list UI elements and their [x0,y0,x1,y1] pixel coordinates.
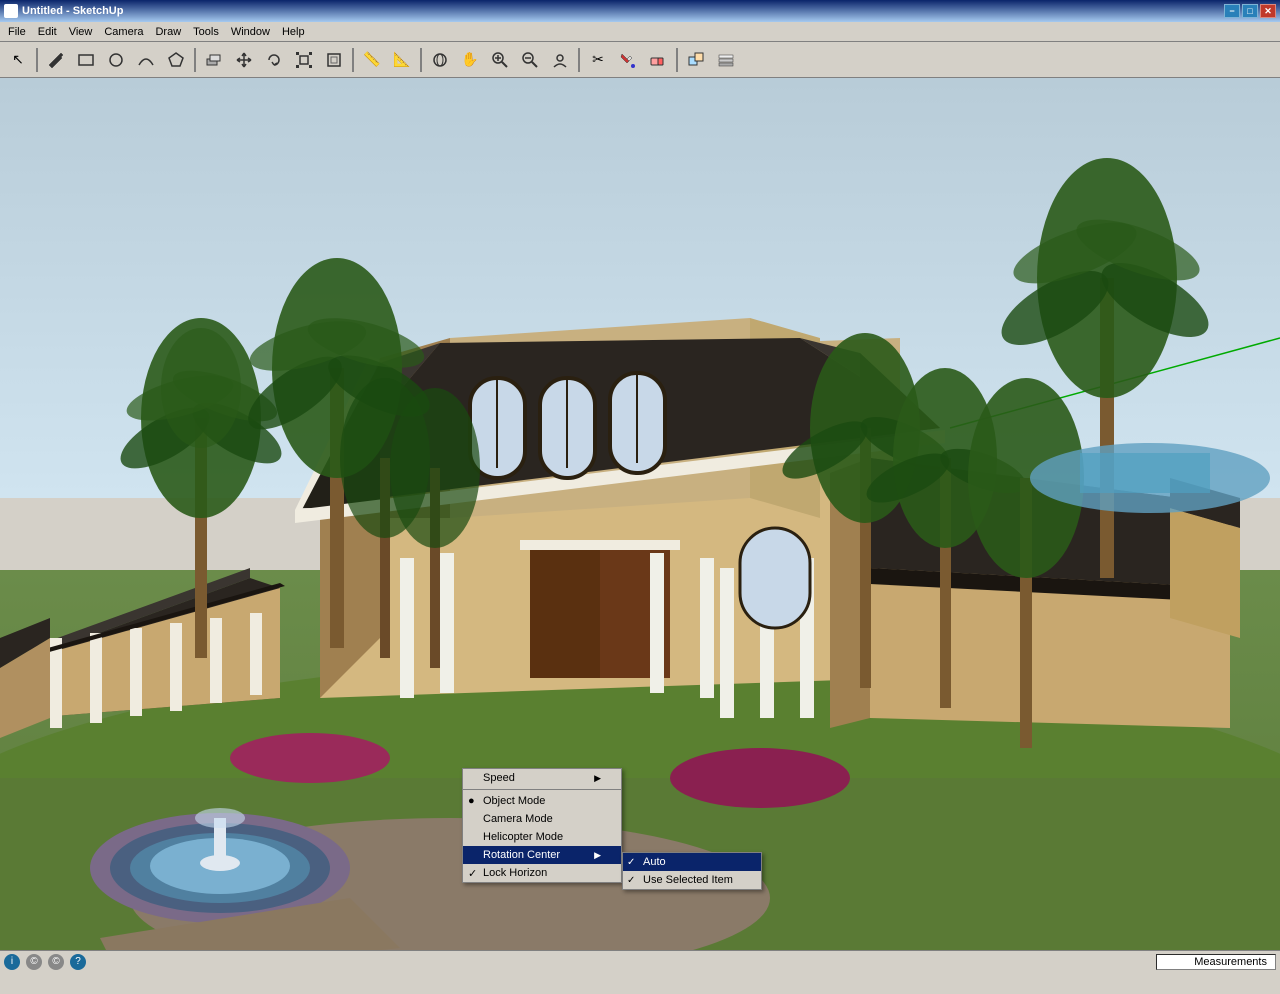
tool-scale[interactable] [290,46,318,74]
tool-pan[interactable]: ✋ [456,46,484,74]
menu-file[interactable]: File [2,24,32,40]
status-icon-copyright1[interactable]: © [26,954,42,970]
sep6 [676,48,678,72]
close-button[interactable]: ✕ [1260,4,1276,18]
tool-orbit[interactable] [426,46,454,74]
ctx-camera-mode[interactable]: Camera Mode [463,810,621,828]
tool-rect[interactable] [72,46,100,74]
ctx-rotation-center[interactable]: Rotation Center ▶ [463,846,621,864]
menu-tools[interactable]: Tools [187,24,225,40]
sep1 [36,48,38,72]
tool-lookaround[interactable] [546,46,574,74]
statusbar: i © © ? Measurements [0,950,1280,972]
tool-pencil[interactable] [42,46,70,74]
ctx-speed[interactable]: Speed ▶ [463,769,621,787]
ctx-lock-horizon[interactable]: ✓ Lock Horizon [463,864,621,882]
ctx-object-check: ● [468,795,475,807]
menu-window[interactable]: Window [225,24,276,40]
ctx-lock-check: ✓ [468,867,477,880]
tool-zoom[interactable] [486,46,514,74]
titlebar: Untitled - SketchUp − □ ✕ [0,0,1280,22]
submenu-auto-check: ✓ [627,857,635,868]
building-scene [0,78,1280,972]
menubar: File Edit View Camera Draw Tools Window … [0,22,1280,42]
ctx-speed-arrow: ▶ [594,773,601,784]
status-icon-info[interactable]: i [4,954,20,970]
submenu-auto-label: Auto [643,856,666,868]
context-menu: Speed ▶ ● Object Mode Camera Mode Helico… [462,768,622,883]
measurements-box[interactable]: Measurements [1156,954,1276,970]
ctx-helicopter-label: Helicopter Mode [483,831,563,843]
ctx-camera-label: Camera Mode [483,813,553,825]
tool-protractor[interactable]: 📐 [388,46,416,74]
ctx-helicopter-mode[interactable]: Helicopter Mode [463,828,621,846]
sep4 [420,48,422,72]
menu-draw[interactable]: Draw [149,24,187,40]
submenu-selected-check: ✓ [627,875,635,886]
rotation-center-submenu: ✓ Auto ✓ Use Selected Item [622,852,762,890]
titlebar-buttons: − □ ✕ [1224,4,1276,18]
maximize-button[interactable]: □ [1242,4,1258,18]
ctx-lock-label: Lock Horizon [483,867,547,879]
tool-arc[interactable] [132,46,160,74]
tool-tape[interactable]: 📏 [358,46,386,74]
canvas-area[interactable]: Speed ▶ ● Object Mode Camera Mode Helico… [0,78,1280,972]
tool-move[interactable] [230,46,258,74]
tool-select[interactable]: ↖ [4,46,32,74]
ctx-speed-label: Speed [483,772,515,784]
menu-camera[interactable]: Camera [98,24,149,40]
status-icon-copyright2[interactable]: © [48,954,64,970]
sep2 [194,48,196,72]
tool-layers[interactable] [712,46,740,74]
ctx-sep1 [463,789,621,790]
tool-zoom-out[interactable] [516,46,544,74]
status-icon-help[interactable]: ? [70,954,86,970]
tool-polygon[interactable] [162,46,190,74]
submenu-auto[interactable]: ✓ Auto [623,853,761,871]
app-icon [4,4,18,18]
sep3 [352,48,354,72]
menu-view[interactable]: View [63,24,99,40]
ctx-object-mode[interactable]: ● Object Mode [463,792,621,810]
titlebar-title: Untitled - SketchUp [22,5,123,17]
ctx-rotation-label: Rotation Center [483,849,560,861]
statusbar-left: i © © ? [4,954,86,970]
ctx-object-label: Object Mode [483,795,545,807]
ctx-rotation-arrow: ▶ [594,850,601,861]
tool-eraser[interactable] [644,46,672,74]
sep5 [578,48,580,72]
tool-pushpull[interactable] [200,46,228,74]
toolbar: ↖ 📏 📐 ✋ ✂ [0,42,1280,78]
menu-edit[interactable]: Edit [32,24,63,40]
tool-section[interactable]: ✂ [584,46,612,74]
tool-circle[interactable] [102,46,130,74]
tool-paint[interactable] [614,46,642,74]
submenu-use-selected[interactable]: ✓ Use Selected Item [623,871,761,889]
measurements-label: Measurements [1194,956,1267,968]
tool-component[interactable] [682,46,710,74]
menu-help[interactable]: Help [276,24,311,40]
titlebar-left: Untitled - SketchUp [4,4,123,18]
tool-rotate[interactable] [260,46,288,74]
tool-offset[interactable] [320,46,348,74]
minimize-button[interactable]: − [1224,4,1240,18]
submenu-selected-label: Use Selected Item [643,874,733,886]
